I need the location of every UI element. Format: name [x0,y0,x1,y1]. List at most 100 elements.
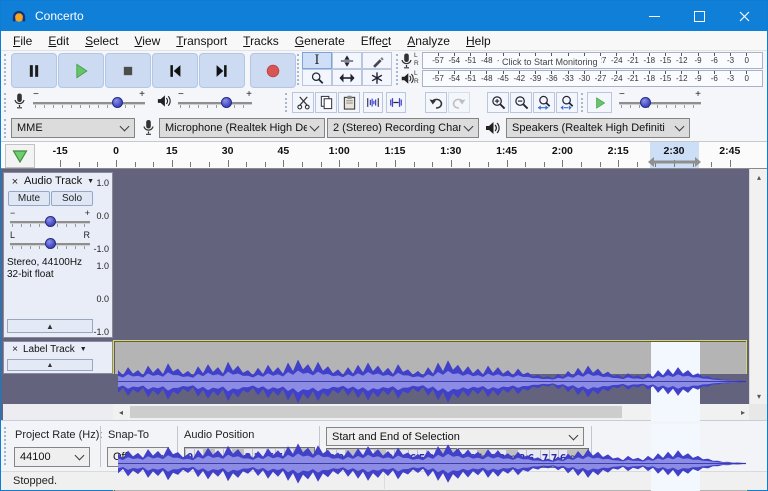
draw-tool-button[interactable] [362,52,392,69]
playback-volume-slider[interactable]: − + [176,89,254,112]
menu-item-generate[interactable]: Generate [287,31,353,51]
mute-button[interactable]: Mute [8,191,50,206]
trim-audio-button[interactable] [363,92,383,113]
menu-item-file[interactable]: File [5,31,40,51]
zoom-tool-icon [311,71,323,84]
toolbar-grip[interactable] [285,93,289,112]
meter-tick: -36 [545,71,559,84]
record-button[interactable] [250,53,296,88]
skip-start-icon [170,64,181,77]
pause-button[interactable] [11,53,57,88]
redo-button[interactable] [448,92,470,113]
record-volume-slider[interactable]: − + [31,89,147,112]
record-volume-thumb[interactable] [111,97,123,108]
toolbar-grip[interactable] [4,93,8,112]
toolbar-grip[interactable] [4,54,8,85]
ruler-time-label: 2:30 [663,145,685,157]
maximize-button[interactable] [677,1,722,31]
draw-tool-icon [372,56,384,68]
toolbar-grip[interactable] [297,54,301,85]
menu-item-select[interactable]: Select [77,31,126,51]
pan-slider[interactable]: L R [8,230,92,251]
zoom-tool-button[interactable] [302,69,332,86]
input-channels-select[interactable]: 2 (Stereo) Recording Channels [327,118,479,138]
skip-to-end-button[interactable] [199,53,245,88]
play-at-speed-button[interactable] [587,92,612,113]
zoom-fit-button[interactable] [556,92,578,113]
meter-tick: -18 [642,71,656,84]
menu-item-view[interactable]: View [126,31,168,51]
silence-audio-button[interactable] [386,92,406,113]
ruler-scale[interactable]: -15 0 15 30 45 1:00 1:15 1:30 1:45 2:00 2:15 2:30 2:… [1,142,767,168]
scroll-up-arrow[interactable]: ▴ [751,169,767,185]
project-rate-select[interactable]: 44100 [14,447,90,467]
gain-thumb[interactable] [44,216,56,227]
zoom-out-button[interactable] [510,92,532,113]
toolbar-grip[interactable] [4,427,8,465]
scroll-down-arrow[interactable]: ▾ [751,388,767,404]
audio-host-select[interactable]: MME [11,118,135,138]
slider-min-label: − [178,89,184,100]
ruler-time-label: 1:30 [440,145,462,157]
ruler-tick [97,162,99,167]
selection-drag-handle[interactable] [648,157,702,167]
meter-tick: -3 [724,53,738,66]
ruler-tick [171,160,173,167]
play-speed-slider[interactable]: − + [617,89,703,112]
trim-icon [367,98,379,107]
audio-track-collapse-button[interactable]: ▲ [7,319,93,333]
vertical-scrollbar[interactable]: ▴ ▾ [749,169,767,404]
input-channels-value: 2 (Stereo) Recording Channels [333,122,461,134]
recording-meter-overlay[interactable]: Click to Start Monitoring [499,57,601,67]
label-track-title-menu[interactable]: Label Track ▼ [23,344,87,355]
copy-icon [320,95,332,110]
menu-item-help[interactable]: Help [458,31,499,51]
menu-item-analyze[interactable]: Analyze [399,31,458,51]
slider-max-label: + [695,89,701,100]
close-button[interactable] [722,1,767,31]
envelope-tool-button[interactable] [332,52,362,69]
skip-to-start-button[interactable] [152,53,198,88]
title-bar[interactable]: Concerto [1,1,767,31]
paste-button[interactable] [338,92,360,113]
ruler-time-label: 0 [113,145,119,157]
ruler-time-label: 1:00 [328,145,350,157]
timeline-ruler[interactable]: -15 0 15 30 45 1:00 1:15 1:30 1:45 2:00 2:15 2:30 2:… [1,141,767,169]
audio-track-title-menu[interactable]: Audio Track ▼ [24,175,94,187]
timeshift-tool-button[interactable] [332,69,362,86]
output-device-select[interactable]: Speakers (Realtek High Definiti [506,118,690,138]
gain-slider[interactable]: − + [8,208,92,229]
pan-thumb[interactable] [44,238,56,249]
menu-item-transport[interactable]: Transport [168,31,235,51]
minimize-button[interactable] [632,1,677,31]
copy-button[interactable] [315,92,337,113]
waveform-channel-right[interactable] [115,424,746,491]
menu-item-effect[interactable]: Effect [353,31,399,51]
playback-volume-thumb[interactable] [220,97,232,108]
zoom-selection-button[interactable] [533,92,555,113]
stop-button[interactable] [105,53,151,88]
playback-meter[interactable]: -57 -54 -51 -48 -45 -42 -39 -36 -33 -30 -27 -24 -21-… [422,70,763,87]
multi-tool-button[interactable] [362,69,392,86]
cut-button[interactable] [292,92,314,113]
toolbar-grip[interactable] [581,93,585,112]
audio-track-close-button[interactable]: × [7,175,23,190]
record-meter-mic-icon [401,53,412,69]
waveform-channel-left[interactable] [115,342,746,421]
zoom-in-button[interactable] [487,92,509,113]
audio-track-waveform[interactable] [113,340,747,491]
label-track-close-button[interactable]: × [7,343,23,358]
recording-meter[interactable]: -57-54-51-48-45-42-39-36-33-30-27-24-21-… [422,52,763,69]
ruler-tick [357,162,359,167]
undo-button[interactable] [425,92,447,113]
toolbar-grip[interactable] [4,119,8,138]
scrollbar-corner [749,404,767,420]
play-button[interactable] [58,53,104,88]
label-track-collapse-button[interactable]: ▲ [7,359,93,371]
solo-button[interactable]: Solo [51,191,93,206]
menu-item-tracks[interactable]: Tracks [235,31,287,51]
close-icon [739,11,750,21]
selection-tool-button[interactable]: I [302,52,332,69]
menu-item-edit[interactable]: Edit [40,31,77,51]
input-device-select[interactable]: Microphone (Realtek High Defini [159,118,325,138]
